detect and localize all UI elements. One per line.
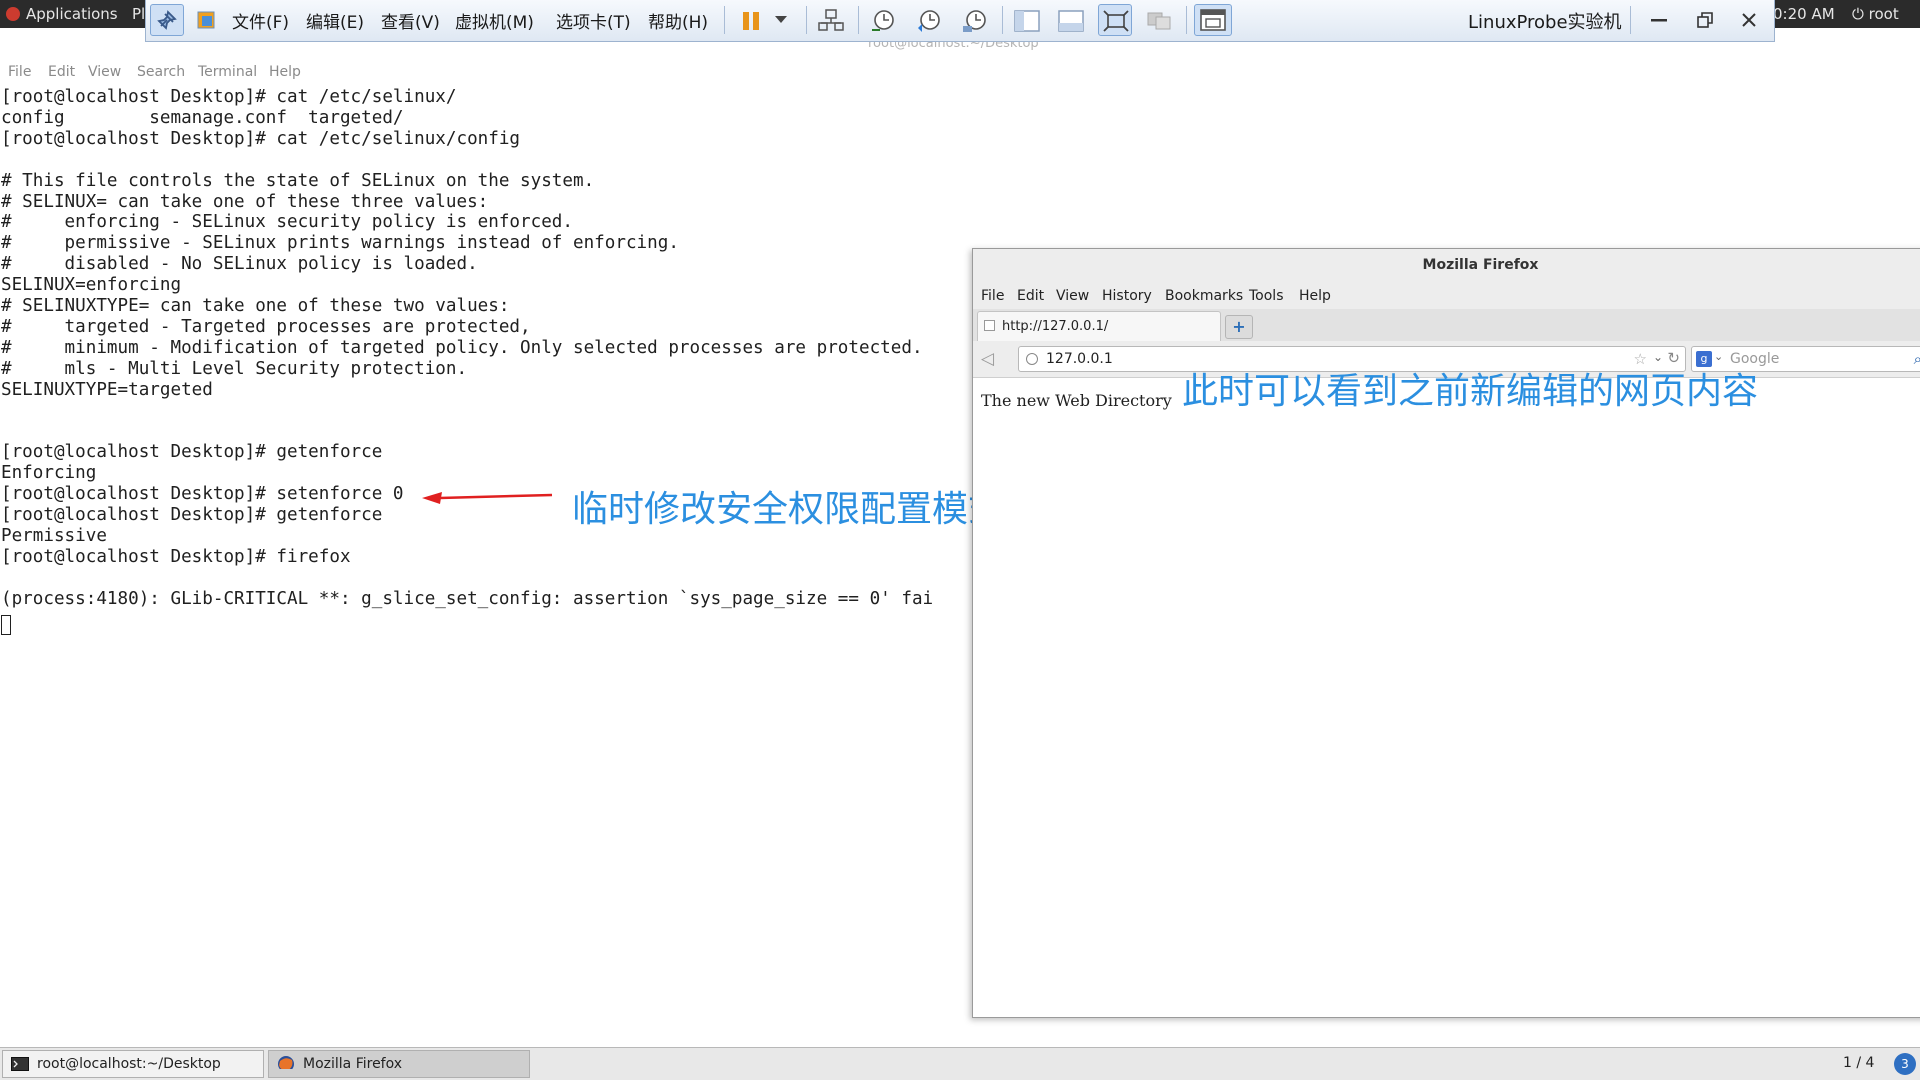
firefox-titlebar[interactable]: Mozilla Firefox	[973, 249, 1920, 280]
places-menu[interactable]: Pl	[132, 5, 145, 23]
taskbar-terminal-label: root@localhost:~/Desktop	[37, 1056, 221, 1072]
terminal-menu-edit[interactable]: Edit	[48, 64, 75, 80]
snapshot-clock-icon	[872, 10, 894, 31]
vm-menu-vm[interactable]: 虚拟机(M)	[455, 8, 534, 33]
console-view-button[interactable]	[1194, 4, 1232, 36]
annotation-arrow	[422, 492, 553, 504]
terminal-menu-view[interactable]: View	[88, 64, 121, 80]
revert-clock-icon	[918, 10, 940, 32]
taskbar-firefox-label: Mozilla Firefox	[303, 1056, 403, 1072]
firefox-icon	[278, 1056, 294, 1069]
terminal-menu-search[interactable]: Search	[137, 64, 185, 80]
taskbar: root@localhost:~/Desktop Mozilla Firefox…	[0, 1047, 1920, 1080]
firefox-menu-history[interactable]: History	[1102, 288, 1152, 304]
pin-icon	[157, 10, 177, 30]
restore-icon	[1697, 12, 1713, 28]
firefox-tab-label: http://127.0.0.1/	[1002, 319, 1109, 334]
firefox-title: Mozilla Firefox	[1422, 257, 1539, 273]
firefox-tabbar: http://127.0.0.1/ +	[973, 309, 1920, 342]
terminal-menu-terminal[interactable]: Terminal	[198, 64, 257, 80]
vm-title: LinuxProbe实验机	[1468, 12, 1622, 33]
firefox-menubar: File Edit View History Bookmarks Tools H…	[973, 279, 1920, 309]
vm-restore-button[interactable]	[1688, 4, 1722, 36]
suspend-button[interactable]	[734, 4, 768, 36]
notification-badge[interactable]: 3	[1894, 1053, 1916, 1075]
firefox-menu-bookmarks[interactable]: Bookmarks	[1165, 288, 1243, 304]
back-button[interactable]: ◁	[981, 349, 1003, 369]
user-menu[interactable]: ⏻ root	[1852, 5, 1899, 23]
vmware-toolbar: 文件(F) 编辑(E) 查看(V) 虚拟机(M) 选项卡(T) 帮助(H) Li…	[145, 0, 1775, 42]
new-tab-button[interactable]: +	[1225, 315, 1253, 339]
toolbar-separator	[724, 6, 725, 34]
firefox-tab[interactable]: http://127.0.0.1/	[977, 311, 1221, 341]
firefox-menu-file[interactable]: File	[981, 288, 1004, 304]
terminal-menu-file[interactable]: File	[8, 64, 31, 80]
setenforce-annotation: 临时修改安全权限配置模式	[572, 489, 1005, 530]
vm-menu-tabs[interactable]: 选项卡(T)	[556, 8, 631, 33]
taskbar-terminal-item[interactable]: root@localhost:~/Desktop	[2, 1050, 264, 1078]
pause-icon	[743, 12, 759, 30]
toolbar-separator	[806, 6, 807, 34]
toolbar-separator	[1002, 6, 1003, 34]
full-screen-icon	[1103, 10, 1129, 32]
firefox-menu-help[interactable]: Help	[1299, 288, 1331, 304]
back-arrow-icon: ◁	[981, 349, 995, 369]
network-keyboard-icon	[818, 9, 844, 31]
pin-toolbar-button[interactable]	[150, 4, 184, 36]
take-snapshot-button[interactable]	[866, 4, 900, 36]
vm-menu-file[interactable]: 文件(F)	[232, 8, 289, 33]
page-favicon-icon	[984, 320, 995, 331]
url-text: 127.0.0.1	[1046, 351, 1113, 367]
vm-menu-help[interactable]: 帮助(H)	[648, 8, 708, 33]
toolbar-separator	[858, 6, 859, 34]
vm-menu-view[interactable]: 查看(V)	[381, 8, 440, 33]
snapshot-manager-button[interactable]	[958, 4, 992, 36]
firefox-menu-edit[interactable]: Edit	[1017, 288, 1044, 304]
unity-button[interactable]	[1142, 4, 1176, 36]
full-screen-button[interactable]	[1098, 4, 1132, 36]
vm-menu-edit[interactable]: 编辑(E)	[306, 8, 364, 33]
clock[interactable]: 0:20 AM	[1773, 5, 1835, 23]
terminal-icon	[11, 1057, 29, 1071]
close-icon	[1742, 13, 1756, 27]
firefox-menu-tools[interactable]: Tools	[1249, 288, 1284, 304]
power-dropdown-button[interactable]	[770, 4, 792, 36]
snapshot-manager-icon	[963, 10, 986, 32]
terminal-menubar: File Edit View Search Terminal Help	[0, 62, 1920, 86]
console-view-icon	[1200, 9, 1226, 31]
show-library-button[interactable]	[1010, 4, 1044, 36]
firefox-page-content: The new Web Directory	[973, 378, 1920, 1017]
workspace-indicator[interactable]: 1 / 4	[1843, 1055, 1874, 1071]
firefox-menu-view[interactable]: View	[1056, 288, 1089, 304]
chevron-down-icon	[775, 16, 787, 23]
library-pane-icon	[1014, 10, 1040, 32]
taskbar-firefox-item[interactable]: Mozilla Firefox	[268, 1050, 530, 1078]
vm-minimize-button[interactable]	[1642, 4, 1676, 36]
applications-menu[interactable]: Applications	[6, 5, 118, 23]
show-thumbnail-bar-button[interactable]	[1054, 4, 1088, 36]
page-text: The new Web Directory	[981, 391, 1172, 410]
send-ctrl-alt-del-button[interactable]	[814, 4, 848, 36]
minimize-icon	[1651, 19, 1667, 22]
globe-icon	[1026, 353, 1038, 365]
toolbar-separator	[1630, 6, 1631, 34]
vm-close-button[interactable]	[1732, 4, 1766, 36]
terminal-menu-help[interactable]: Help	[269, 64, 301, 80]
gnome-foot-icon	[6, 7, 20, 21]
revert-snapshot-button[interactable]	[912, 4, 946, 36]
vmware-logo-icon	[197, 11, 215, 29]
unity-icon	[1147, 12, 1171, 30]
terminal-cursor	[1, 615, 11, 635]
vm-library-button[interactable]	[190, 4, 224, 36]
search-icon[interactable]: ⌕	[1914, 350, 1920, 368]
firefox-annotation: 此时可以看到之前新编辑的网页内容	[1182, 371, 1759, 412]
thumbnail-bar-icon	[1058, 10, 1084, 32]
toolbar-separator	[1186, 6, 1187, 34]
